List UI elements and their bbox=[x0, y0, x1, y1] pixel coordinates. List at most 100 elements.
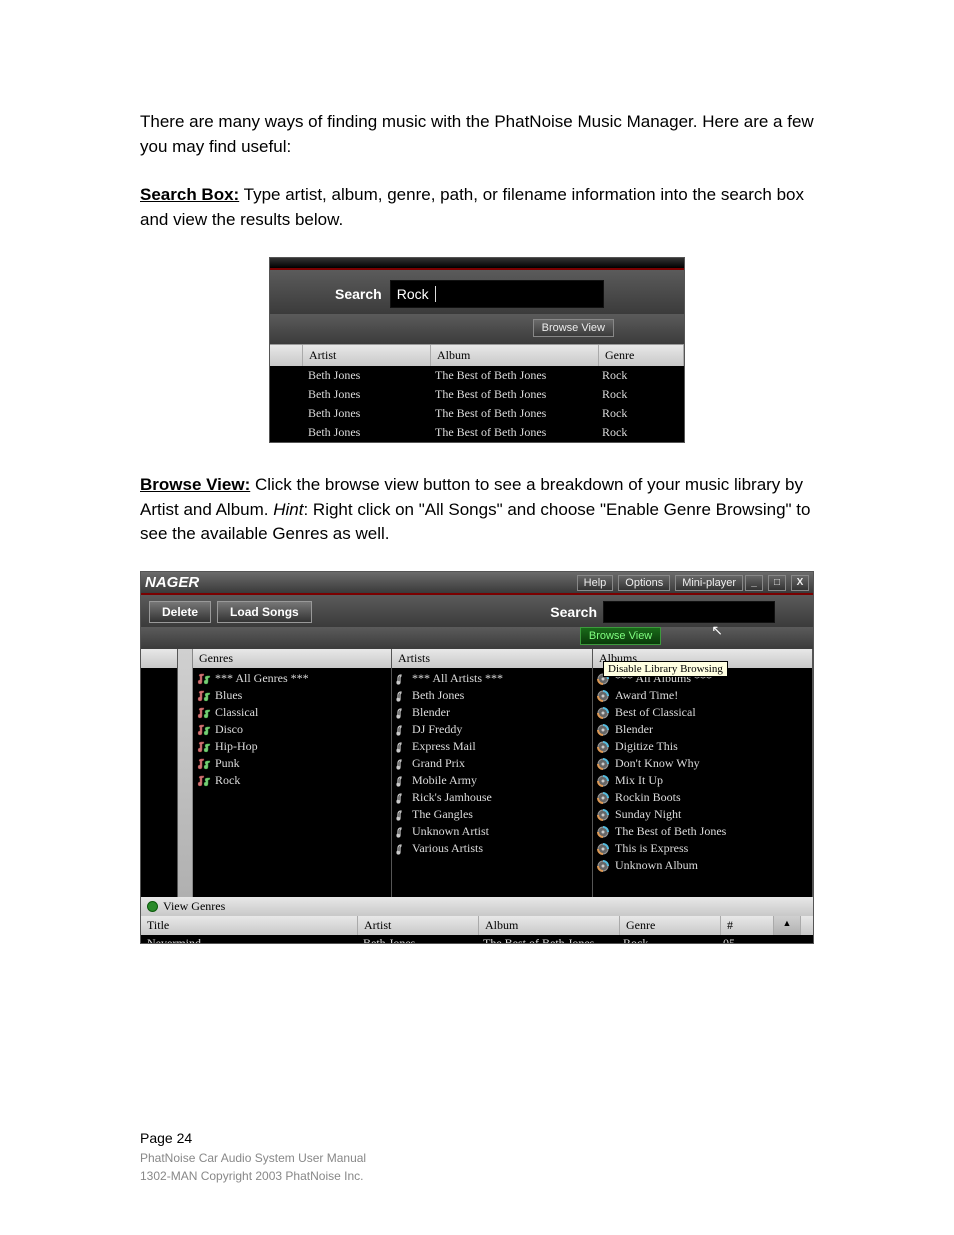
window-title-fragment: NAGER bbox=[145, 574, 575, 591]
genres-header[interactable]: Genres bbox=[193, 649, 391, 668]
page-number: Page 24 bbox=[140, 1128, 366, 1148]
genre-item[interactable]: Hip-Hop bbox=[193, 738, 391, 755]
album-item[interactable]: Digitize This bbox=[593, 738, 812, 755]
genre-item[interactable]: Classical bbox=[193, 704, 391, 721]
artist-item-icon bbox=[396, 809, 408, 821]
search-label-2: Search bbox=[550, 604, 597, 620]
album-item[interactable]: Don't Know Why bbox=[593, 755, 812, 772]
album-item[interactable]: Rockin Boots bbox=[593, 789, 812, 806]
search-paragraph: Search Box: Type artist, album, genre, p… bbox=[140, 183, 814, 232]
genre-item-icon bbox=[197, 758, 211, 770]
result-row[interactable]: Beth JonesThe Best of Beth JonesRock bbox=[270, 404, 684, 423]
genre-item-icon bbox=[197, 775, 211, 787]
col-genre-2[interactable]: Genre bbox=[620, 916, 721, 935]
artist-item[interactable]: Unknown Artist bbox=[392, 823, 592, 840]
help-menu[interactable]: Help bbox=[577, 575, 614, 591]
genre-item[interactable]: Disco bbox=[193, 721, 391, 738]
album-item-icon bbox=[597, 690, 611, 702]
intro-paragraph: There are many ways of finding music wit… bbox=[140, 110, 814, 159]
song-row[interactable]: Nevermind Beth Jones The Best of Beth Jo… bbox=[141, 935, 813, 943]
genre-item[interactable]: Blues bbox=[193, 687, 391, 704]
options-menu[interactable]: Options bbox=[618, 575, 670, 591]
mini-player-menu[interactable]: Mini-player bbox=[675, 575, 743, 591]
browse-view-label: Browse View: bbox=[140, 475, 250, 494]
album-item[interactable]: Mix It Up bbox=[593, 772, 812, 789]
album-item-icon bbox=[597, 826, 611, 838]
result-row[interactable]: Beth JonesThe Best of Beth JonesRock bbox=[270, 385, 684, 404]
green-dot-icon bbox=[147, 901, 158, 912]
artist-item[interactable]: Grand Prix bbox=[392, 755, 592, 772]
col-album-2[interactable]: Album bbox=[479, 916, 620, 935]
scroll-up-icon[interactable]: ▲ bbox=[774, 916, 801, 935]
browse-view-button-active[interactable]: Browse View bbox=[580, 627, 661, 645]
artist-item-icon bbox=[396, 792, 408, 804]
artist-item-icon bbox=[396, 673, 408, 685]
gutter-pane bbox=[141, 649, 178, 897]
search-box-label: Search Box: bbox=[140, 185, 239, 204]
view-genres-row[interactable]: View Genres bbox=[141, 897, 813, 916]
col-artist[interactable]: Artist bbox=[303, 345, 431, 366]
browse-screenshot: NAGER Help Options Mini-player _ □ X Del… bbox=[140, 571, 814, 944]
col-num[interactable]: # bbox=[721, 916, 774, 935]
search-screenshot: Search Rock Browse View Artist Album Gen… bbox=[269, 257, 685, 444]
close-button[interactable]: X bbox=[791, 575, 809, 591]
genre-item-icon bbox=[197, 690, 211, 702]
genre-item[interactable]: Rock bbox=[193, 772, 391, 789]
genre-item[interactable]: Punk bbox=[193, 755, 391, 772]
artist-item-icon bbox=[396, 826, 408, 838]
artist-item[interactable]: Blender bbox=[392, 704, 592, 721]
results-header: Artist Album Genre bbox=[270, 344, 684, 366]
maximize-button[interactable]: □ bbox=[768, 575, 786, 591]
album-item[interactable]: The Best of Beth Jones bbox=[593, 823, 812, 840]
album-item-icon bbox=[597, 792, 611, 804]
cursor-icon: ↖ bbox=[711, 624, 723, 639]
artist-item[interactable]: Rick's Jamhouse bbox=[392, 789, 592, 806]
album-item-icon bbox=[597, 809, 611, 821]
genre-item[interactable]: *** All Genres *** bbox=[193, 670, 391, 687]
artist-item[interactable]: DJ Freddy bbox=[392, 721, 592, 738]
album-item-icon bbox=[597, 775, 611, 787]
artist-item-icon bbox=[396, 724, 408, 736]
hint-word: Hint bbox=[273, 500, 303, 519]
figure-search: Search Rock Browse View Artist Album Gen… bbox=[140, 257, 814, 444]
artist-item[interactable]: Various Artists bbox=[392, 840, 592, 857]
footer-line-1: PhatNoise Car Audio System User Manual bbox=[140, 1150, 366, 1167]
result-row[interactable]: Beth JonesThe Best of Beth JonesRock bbox=[270, 423, 684, 442]
album-item-icon bbox=[597, 860, 611, 872]
artist-item[interactable]: Beth Jones bbox=[392, 687, 592, 704]
result-row[interactable]: Beth JonesThe Best of Beth JonesRock bbox=[270, 366, 684, 385]
load-songs-button[interactable]: Load Songs bbox=[217, 601, 312, 623]
album-item[interactable]: Best of Classical bbox=[593, 704, 812, 721]
search-box-text: Type artist, album, genre, path, or file… bbox=[140, 185, 804, 229]
col-album[interactable]: Album bbox=[431, 345, 599, 366]
search-input-2[interactable] bbox=[603, 601, 775, 623]
browse-view-button[interactable]: Browse View bbox=[533, 319, 614, 337]
album-item[interactable]: Sunday Night bbox=[593, 806, 812, 823]
album-item[interactable]: Blender bbox=[593, 721, 812, 738]
col-title[interactable]: Title bbox=[141, 916, 358, 935]
genre-item-icon bbox=[197, 741, 211, 753]
album-item[interactable]: This is Express bbox=[593, 840, 812, 857]
artist-item[interactable]: Mobile Army bbox=[392, 772, 592, 789]
album-item-icon bbox=[597, 724, 611, 736]
artist-item[interactable]: The Gangles bbox=[392, 806, 592, 823]
album-item[interactable]: Award Time! bbox=[593, 687, 812, 704]
minimize-button[interactable]: _ bbox=[745, 575, 763, 591]
search-input[interactable]: Rock bbox=[390, 280, 604, 308]
delete-button[interactable]: Delete bbox=[149, 601, 211, 623]
album-item-icon bbox=[597, 741, 611, 753]
album-item-icon bbox=[597, 843, 611, 855]
page-footer: Page 24 PhatNoise Car Audio System User … bbox=[140, 1128, 366, 1185]
album-item[interactable]: Unknown Album bbox=[593, 857, 812, 874]
song-columns: Title Artist Album Genre # ▲ bbox=[141, 916, 813, 935]
col-genre[interactable]: Genre bbox=[599, 345, 684, 366]
artists-header[interactable]: Artists bbox=[392, 649, 592, 668]
artist-item-icon bbox=[396, 741, 408, 753]
splitter[interactable] bbox=[178, 649, 193, 897]
artists-pane: Artists *** All Artists ***Beth JonesBle… bbox=[392, 649, 593, 897]
tooltip: Disable Library Browsing bbox=[603, 661, 728, 677]
genres-pane: Genres *** All Genres ***BluesClassicalD… bbox=[193, 649, 392, 897]
artist-item[interactable]: *** All Artists *** bbox=[392, 670, 592, 687]
col-artist-2[interactable]: Artist bbox=[358, 916, 479, 935]
artist-item[interactable]: Express Mail bbox=[392, 738, 592, 755]
